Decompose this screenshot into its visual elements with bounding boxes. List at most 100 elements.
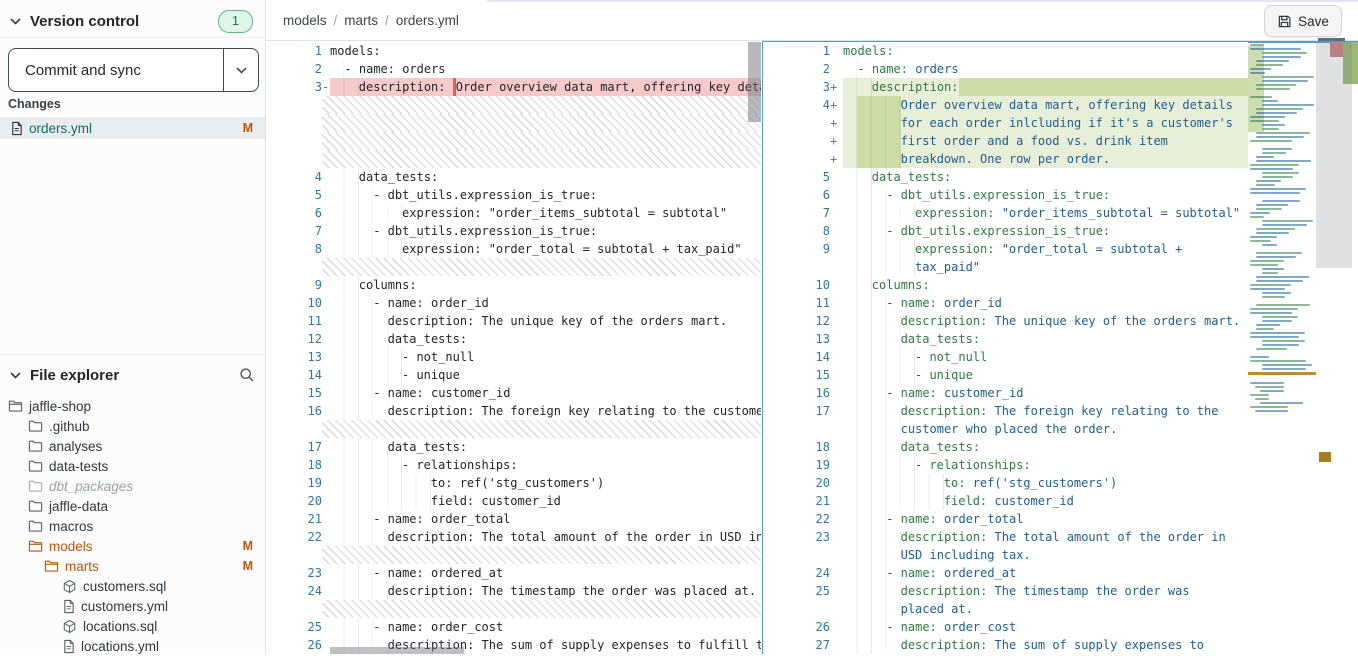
- search-icon[interactable]: [239, 367, 255, 383]
- code-line-left-16[interactable]: 16description: The foreign key relating …: [291, 402, 761, 420]
- code-line-right-14[interactable]: 14- not_null: [763, 348, 1248, 366]
- breadcrumb-file[interactable]: orders.yml: [396, 13, 459, 28]
- diff-filler-line[interactable]: [291, 258, 761, 276]
- diff-filler-line[interactable]: [291, 150, 761, 168]
- code-line-left-6[interactable]: 6expression: "order_items_subtotal = sub…: [291, 204, 761, 222]
- code-line-right-8[interactable]: 8- dbt_utils.expression_is_true:: [763, 222, 1248, 240]
- code-line-left-11[interactable]: 11description: The unique key of the ord…: [291, 312, 761, 330]
- code-line-right-27[interactable]: 27description: The sum of supply expense…: [763, 636, 1248, 654]
- code-line-left-3[interactable]: 3-description: Order overview data mart,…: [291, 78, 761, 96]
- tree-item-locations-sql[interactable]: locations.sql: [0, 616, 265, 636]
- code-line-right-12[interactable]: 12description: The unique key of the ord…: [763, 312, 1248, 330]
- changed-file-orders-yml[interactable]: orders.yml M: [0, 117, 265, 139]
- vertical-scrollbar[interactable]: [748, 42, 761, 122]
- tree-item-label: locations.sql: [83, 619, 157, 634]
- code-line-left-25[interactable]: 25- name: order_cost: [291, 618, 761, 636]
- code-line-right-10[interactable]: 10columns:: [763, 276, 1248, 294]
- tree-item-data-tests[interactable]: data-tests: [0, 456, 265, 476]
- diff-filler-line[interactable]: [291, 114, 761, 132]
- code-line-left-22[interactable]: 22description: The total amount of the o…: [291, 528, 761, 546]
- tree-item--github[interactable]: .github: [0, 416, 265, 436]
- code-line-left-14[interactable]: 14- unique: [291, 366, 761, 384]
- code-line-left-12[interactable]: 12data_tests:: [291, 330, 761, 348]
- overview-ruler-slider[interactable]: [1316, 42, 1352, 268]
- breadcrumb-models[interactable]: models: [283, 13, 327, 28]
- diff-marker: [830, 384, 843, 402]
- code-line-right-23[interactable]: 23description: The total amount of the o…: [763, 528, 1248, 546]
- code-line-right-wrap[interactable]: +first order and a food vs. drink item: [763, 132, 1248, 150]
- code-line-left-18[interactable]: 18- relationships:: [291, 456, 761, 474]
- commit-and-sync-button[interactable]: Commit and sync: [8, 48, 259, 92]
- horizontal-scrollbar[interactable]: [330, 647, 464, 654]
- code-line-right-15[interactable]: 15- unique: [763, 366, 1248, 384]
- save-button[interactable]: Save: [1264, 5, 1342, 37]
- code-line-left-20[interactable]: 20field: customer_id: [291, 492, 761, 510]
- code-line-left-13[interactable]: 13- not_null: [291, 348, 761, 366]
- code-line-right-1[interactable]: 1models:: [763, 42, 1248, 60]
- code-line-right-24[interactable]: 24- name: ordered_at: [763, 564, 1248, 582]
- code-line-right-3[interactable]: 3+description:: [763, 78, 1248, 96]
- tree-item-macros[interactable]: macros: [0, 516, 265, 536]
- code-line-right-7[interactable]: 7expression: "order_items_subtotal = sub…: [763, 204, 1248, 222]
- code-line-right-6[interactable]: 6- dbt_utils.expression_is_true:: [763, 186, 1248, 204]
- code-line-right-19[interactable]: 19- relationships:: [763, 456, 1248, 474]
- code-line-left-2[interactable]: 2- name: orders: [291, 60, 761, 78]
- version-control-header[interactable]: Version control 1: [0, 8, 265, 34]
- breadcrumb-marts[interactable]: marts: [344, 13, 378, 28]
- code-content: - name: order_id: [330, 294, 761, 312]
- tree-item-models[interactable]: modelsM: [0, 536, 265, 556]
- diff-filler-line[interactable]: [291, 132, 761, 150]
- code-line-right-wrap[interactable]: +breakdown. One row per order.: [763, 150, 1248, 168]
- minimap[interactable]: [1248, 42, 1318, 654]
- tree-item-dbt-packages[interactable]: dbt_packages: [0, 476, 265, 496]
- diff-original-editor[interactable]: 1models:2- name: orders3-description: Or…: [291, 42, 761, 654]
- tree-item-jaffle-shop[interactable]: jaffle-shop: [0, 396, 265, 416]
- diff-modified-editor[interactable]: 1models:2- name: orders3+description:4+O…: [763, 42, 1248, 654]
- code-line-left-19[interactable]: 19to: ref('stg_customers'): [291, 474, 761, 492]
- code-line-left-21[interactable]: 21- name: order_total: [291, 510, 761, 528]
- code-line-left-8[interactable]: 8expression: "order_total = subtotal + t…: [291, 240, 761, 258]
- tree-item-jaffle-data[interactable]: jaffle-data: [0, 496, 265, 516]
- code-line-right-11[interactable]: 11- name: order_id: [763, 294, 1248, 312]
- code-line-left-23[interactable]: 23- name: ordered_at: [291, 564, 761, 582]
- code-line-right-21[interactable]: 21field: customer_id: [763, 492, 1248, 510]
- code-line-right-wrap[interactable]: customer who placed the order.: [763, 420, 1248, 438]
- tree-item-customers-sql[interactable]: customers.sql: [0, 576, 265, 596]
- diff-filler-line[interactable]: [291, 546, 761, 564]
- diff-filler-line[interactable]: [291, 420, 761, 438]
- code-line-right-26[interactable]: 26- name: order_cost: [763, 618, 1248, 636]
- tree-item-analyses[interactable]: analyses: [0, 436, 265, 456]
- code-line-right-16[interactable]: 16- name: customer_id: [763, 384, 1248, 402]
- code-line-right-25[interactable]: 25description: The timestamp the order w…: [763, 582, 1248, 600]
- tree-item-label: customers.yml: [81, 599, 168, 614]
- diff-filler-line[interactable]: [291, 96, 761, 114]
- code-line-left-1[interactable]: 1models:: [291, 42, 761, 60]
- code-line-left-7[interactable]: 7- dbt_utils.expression_is_true:: [291, 222, 761, 240]
- code-line-left-17[interactable]: 17data_tests:: [291, 438, 761, 456]
- code-line-right-wrap[interactable]: +for each order inlcluding if it's a cus…: [763, 114, 1248, 132]
- code-line-left-10[interactable]: 10- name: order_id: [291, 294, 761, 312]
- tree-item-marts[interactable]: martsM: [0, 556, 265, 576]
- code-line-left-9[interactable]: 9columns:: [291, 276, 761, 294]
- code-line-right-9[interactable]: 9expression: "order_total = subtotal +: [763, 240, 1248, 258]
- code-line-right-4[interactable]: 4+Order overview data mart, offering key…: [763, 96, 1248, 114]
- code-line-left-5[interactable]: 5- dbt_utils.expression_is_true:: [291, 186, 761, 204]
- code-line-right-22[interactable]: 22- name: order_total: [763, 510, 1248, 528]
- code-line-left-24[interactable]: 24description: The timestamp the order w…: [291, 582, 761, 600]
- tree-item-customers-yml[interactable]: customers.yml: [0, 596, 265, 616]
- file-explorer-header[interactable]: File explorer: [0, 362, 265, 388]
- code-line-right-18[interactable]: 18data_tests:: [763, 438, 1248, 456]
- code-line-right-2[interactable]: 2- name: orders: [763, 60, 1248, 78]
- code-line-right-wrap[interactable]: placed at.: [763, 600, 1248, 618]
- tree-item-locations-yml[interactable]: locations.yml: [0, 636, 265, 656]
- code-line-left-15[interactable]: 15- name: customer_id: [291, 384, 761, 402]
- commit-options-dropdown[interactable]: [223, 49, 258, 91]
- code-line-left-4[interactable]: 4data_tests:: [291, 168, 761, 186]
- diff-filler-line[interactable]: [291, 600, 761, 618]
- code-line-right-20[interactable]: 20to: ref('stg_customers'): [763, 474, 1248, 492]
- code-line-right-wrap[interactable]: USD including tax.: [763, 546, 1248, 564]
- code-line-right-17[interactable]: 17description: The foreign key relating …: [763, 402, 1248, 420]
- code-line-right-13[interactable]: 13data_tests:: [763, 330, 1248, 348]
- code-line-right-5[interactable]: 5data_tests:: [763, 168, 1248, 186]
- code-line-right-wrap[interactable]: tax_paid": [763, 258, 1248, 276]
